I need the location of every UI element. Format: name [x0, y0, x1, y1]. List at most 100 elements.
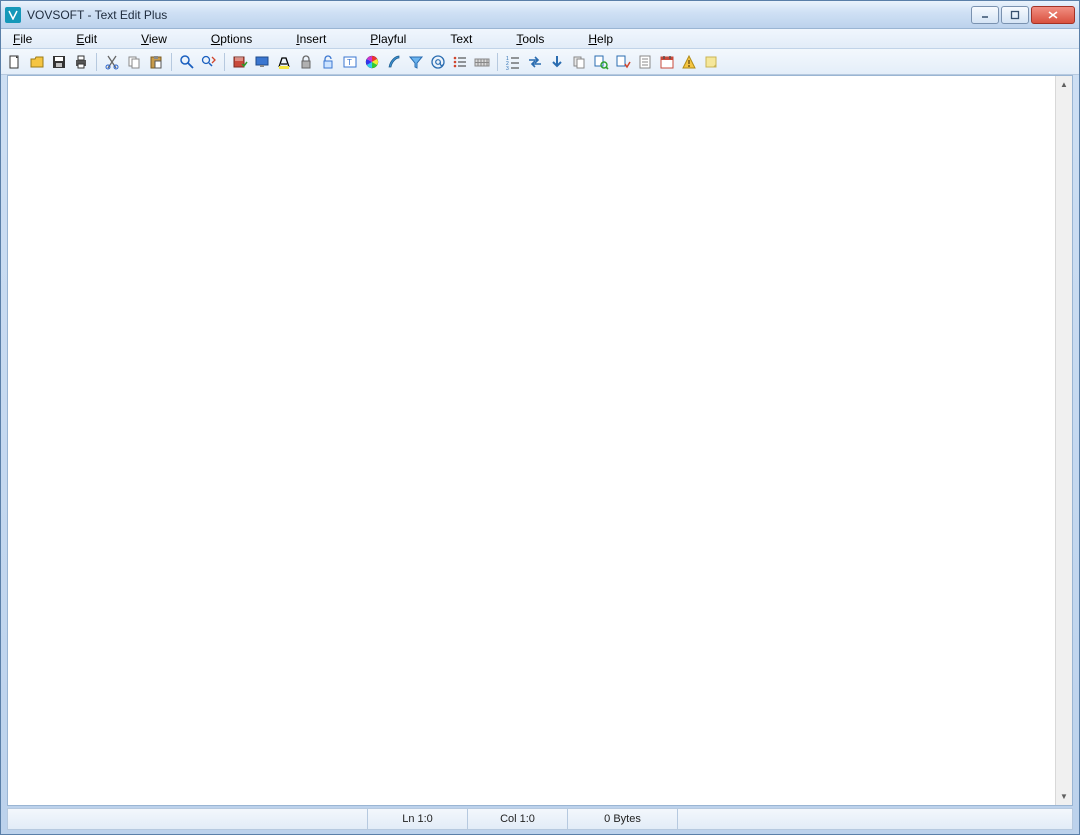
search-icon — [179, 54, 195, 70]
status-line: Ln 1:0 — [368, 809, 468, 829]
window-controls — [971, 6, 1075, 24]
copy-button[interactable] — [124, 52, 144, 72]
minimize-button[interactable] — [971, 6, 999, 24]
color-button[interactable] — [362, 52, 382, 72]
menu-help[interactable]: Help — [582, 31, 623, 47]
new-file-icon — [7, 54, 23, 70]
title-bar[interactable]: VOVSOFT - Text Edit Plus — [1, 1, 1079, 29]
menu-file[interactable]: File — [7, 31, 42, 47]
scroll-track[interactable] — [1056, 93, 1072, 788]
at-button[interactable] — [428, 52, 448, 72]
duplicate-button[interactable] — [569, 52, 589, 72]
find-button[interactable] — [177, 52, 197, 72]
color-wheel-icon — [364, 54, 380, 70]
numbered-list-icon: 123 — [505, 54, 521, 70]
replace-button[interactable] — [199, 52, 219, 72]
menu-options-rest: ptions — [220, 32, 252, 46]
status-col: Col 1:0 — [468, 809, 568, 829]
cut-button[interactable] — [102, 52, 122, 72]
unlock-button[interactable] — [318, 52, 338, 72]
insert-text-button[interactable]: T — [340, 52, 360, 72]
highlight-button[interactable] — [274, 52, 294, 72]
find-in-files-icon — [593, 54, 609, 70]
menu-text[interactable]: Text — [444, 31, 482, 47]
text-box-icon: T — [342, 54, 358, 70]
window-title: VOVSOFT - Text Edit Plus — [27, 8, 971, 22]
lock-icon — [298, 54, 314, 70]
menu-playful[interactable]: Playful — [364, 31, 416, 47]
maximize-button[interactable] — [1001, 6, 1029, 24]
minimize-icon — [980, 10, 990, 20]
unlock-icon — [320, 54, 336, 70]
menu-view-rest: iew — [149, 32, 167, 46]
menu-insert[interactable]: Insert — [290, 31, 336, 47]
highlight-icon — [276, 54, 292, 70]
document-icon — [637, 54, 653, 70]
save-button[interactable] — [49, 52, 69, 72]
numbered-list-button[interactable]: 123 — [503, 52, 523, 72]
swap-button[interactable] — [525, 52, 545, 72]
bullet-list-button[interactable] — [450, 52, 470, 72]
status-spacer — [8, 809, 368, 829]
close-button[interactable] — [1031, 6, 1075, 24]
menu-edit[interactable]: Edit — [70, 31, 107, 47]
app-icon — [5, 7, 21, 23]
app-window: VOVSOFT - Text Edit Plus File Edit View … — [0, 0, 1080, 835]
swap-horizontal-icon — [527, 54, 543, 70]
replace-in-files-icon — [615, 54, 631, 70]
replace-in-files-button[interactable] — [613, 52, 633, 72]
menu-insert-rest: nsert — [300, 32, 327, 46]
arrow-down-icon — [549, 54, 565, 70]
find-in-files-button[interactable] — [591, 52, 611, 72]
editor-area: ▲ ▼ — [7, 75, 1073, 806]
svg-text:T: T — [347, 58, 352, 67]
menu-edit-rest: dit — [84, 32, 97, 46]
scroll-up-icon[interactable]: ▲ — [1056, 76, 1072, 93]
menu-tools-rest: ools — [522, 32, 544, 46]
screen-icon — [254, 54, 270, 70]
print-button[interactable] — [71, 52, 91, 72]
at-icon — [430, 54, 446, 70]
fullscreen-button[interactable] — [252, 52, 272, 72]
spellcheck-button[interactable] — [230, 52, 250, 72]
close-icon — [1047, 10, 1059, 20]
bullet-list-icon — [452, 54, 468, 70]
vertical-scrollbar[interactable]: ▲ ▼ — [1055, 76, 1072, 805]
text-editor[interactable] — [8, 76, 1055, 805]
note-button[interactable] — [701, 52, 721, 72]
calendar-button[interactable] — [657, 52, 677, 72]
lock-button[interactable] — [296, 52, 316, 72]
duplicate-icon — [571, 54, 587, 70]
open-file-button[interactable] — [27, 52, 47, 72]
paste-button[interactable] — [146, 52, 166, 72]
menu-options[interactable]: Options — [205, 31, 262, 47]
sort-button[interactable] — [547, 52, 567, 72]
scroll-down-icon[interactable]: ▼ — [1056, 788, 1072, 805]
new-file-button[interactable] — [5, 52, 25, 72]
warning-icon — [681, 54, 697, 70]
keyboard-icon — [474, 54, 490, 70]
maximize-icon — [1010, 10, 1020, 20]
brush-button[interactable] — [384, 52, 404, 72]
warning-button[interactable] — [679, 52, 699, 72]
paste-icon — [148, 54, 164, 70]
menu-help-rest: elp — [597, 32, 613, 46]
document-button[interactable] — [635, 52, 655, 72]
status-bar: Ln 1:0 Col 1:0 0 Bytes — [7, 808, 1073, 830]
menu-tools[interactable]: Tools — [510, 31, 554, 47]
toolbar-separator — [224, 53, 225, 71]
book-icon — [232, 54, 248, 70]
menu-view[interactable]: View — [135, 31, 177, 47]
cut-icon — [104, 54, 120, 70]
feather-icon — [386, 54, 402, 70]
replace-icon — [201, 54, 217, 70]
print-icon — [73, 54, 89, 70]
calendar-icon — [659, 54, 675, 70]
table-button[interactable] — [472, 52, 492, 72]
toolbar-separator — [171, 53, 172, 71]
toolbar-separator — [96, 53, 97, 71]
save-icon — [51, 54, 67, 70]
menu-bar: File Edit View Options Insert Playful Te… — [1, 29, 1079, 49]
toolbar-separator — [497, 53, 498, 71]
filter-button[interactable] — [406, 52, 426, 72]
